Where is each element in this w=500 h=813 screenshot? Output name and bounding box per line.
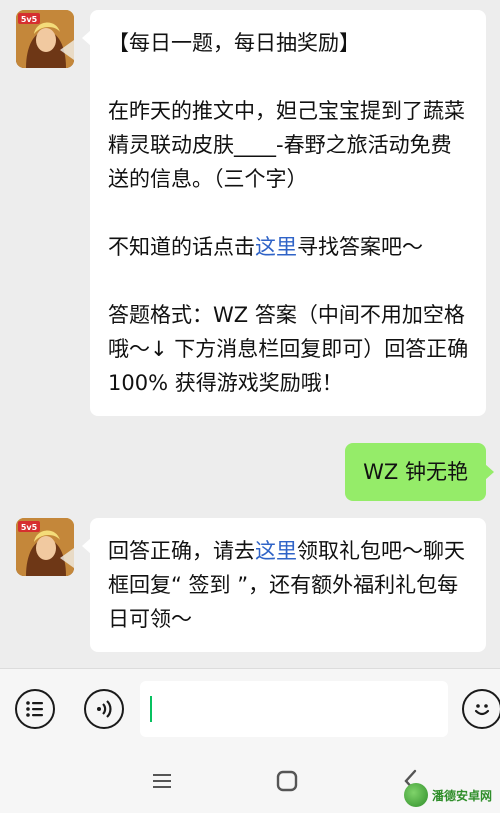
menu-icon[interactable] (147, 766, 177, 796)
avatar-badge: 5v5 (21, 523, 38, 532)
emoji-icon (474, 704, 490, 716)
menu-list-button[interactable] (15, 689, 55, 729)
watermark-text: 潘德安卓网 (431, 788, 492, 803)
text-caret (150, 696, 152, 722)
message-input-bar (0, 668, 500, 748)
site-watermark: 潘德安卓网 (403, 783, 492, 807)
question-title: 【每日一题，每日抽奖励】 (108, 31, 360, 55)
hero-portrait-icon: 5v5 (16, 518, 74, 576)
chat-area[interactable]: 5v5 【每日一题，每日抽奖励】 在昨天的推文中，妲己宝宝提到了蔬菜精灵联动皮肤… (0, 0, 500, 668)
question-message-bubble[interactable]: 【每日一题，每日抽奖励】 在昨天的推文中，妲己宝宝提到了蔬菜精灵联动皮肤____… (82, 10, 486, 416)
answer-prefix: 回答正确，请去 (108, 539, 255, 563)
hint-link[interactable]: 这里 (255, 235, 297, 259)
answer-message-bubble[interactable]: 回答正确，请去这里领取礼包吧～聊天框回复“ 签到 ”，还有额外福利礼包每日可领～ (82, 518, 486, 652)
user-reply-text: WZ 钟无艳 (363, 460, 468, 484)
hint-suffix: 寻找答案吧～ (297, 235, 423, 259)
reward-link[interactable]: 这里 (255, 539, 297, 563)
answer-text: 回答正确，请去这里领取礼包吧～聊天框回复“ 签到 ”，还有额外福利礼包每日可领～ (108, 534, 472, 636)
emoji-button[interactable] (462, 689, 500, 729)
question-text: 在昨天的推文中，妲己宝宝提到了蔬菜精灵联动皮肤____-春野之旅活动免费送的信息… (108, 99, 465, 191)
system-nav-bar: 潘德安卓网 (0, 748, 500, 813)
official-account-avatar[interactable]: 5v5 (16, 10, 74, 68)
hint-prefix: 不知道的话点击 (108, 235, 255, 259)
list-icon (26, 701, 43, 717)
answer-format-text: 答题格式：WZ 答案（中间不用加空格哦～↓ 下方消息栏回复即可）回答正确 100… (108, 303, 469, 395)
voice-icon (97, 700, 112, 718)
official-account-avatar-2[interactable]: 5v5 (16, 518, 74, 576)
hint-line: 不知道的话点击这里寻找答案吧～ (108, 230, 472, 264)
user-reply-bubble[interactable]: WZ 钟无艳 (345, 443, 494, 501)
hero-portrait-icon: 5v5 (16, 10, 74, 68)
voice-input-button[interactable] (84, 689, 124, 729)
avatar-badge: 5v5 (21, 15, 38, 24)
home-icon[interactable] (272, 766, 302, 796)
watermark-logo-icon (403, 783, 428, 807)
message-text-input[interactable] (140, 681, 448, 737)
